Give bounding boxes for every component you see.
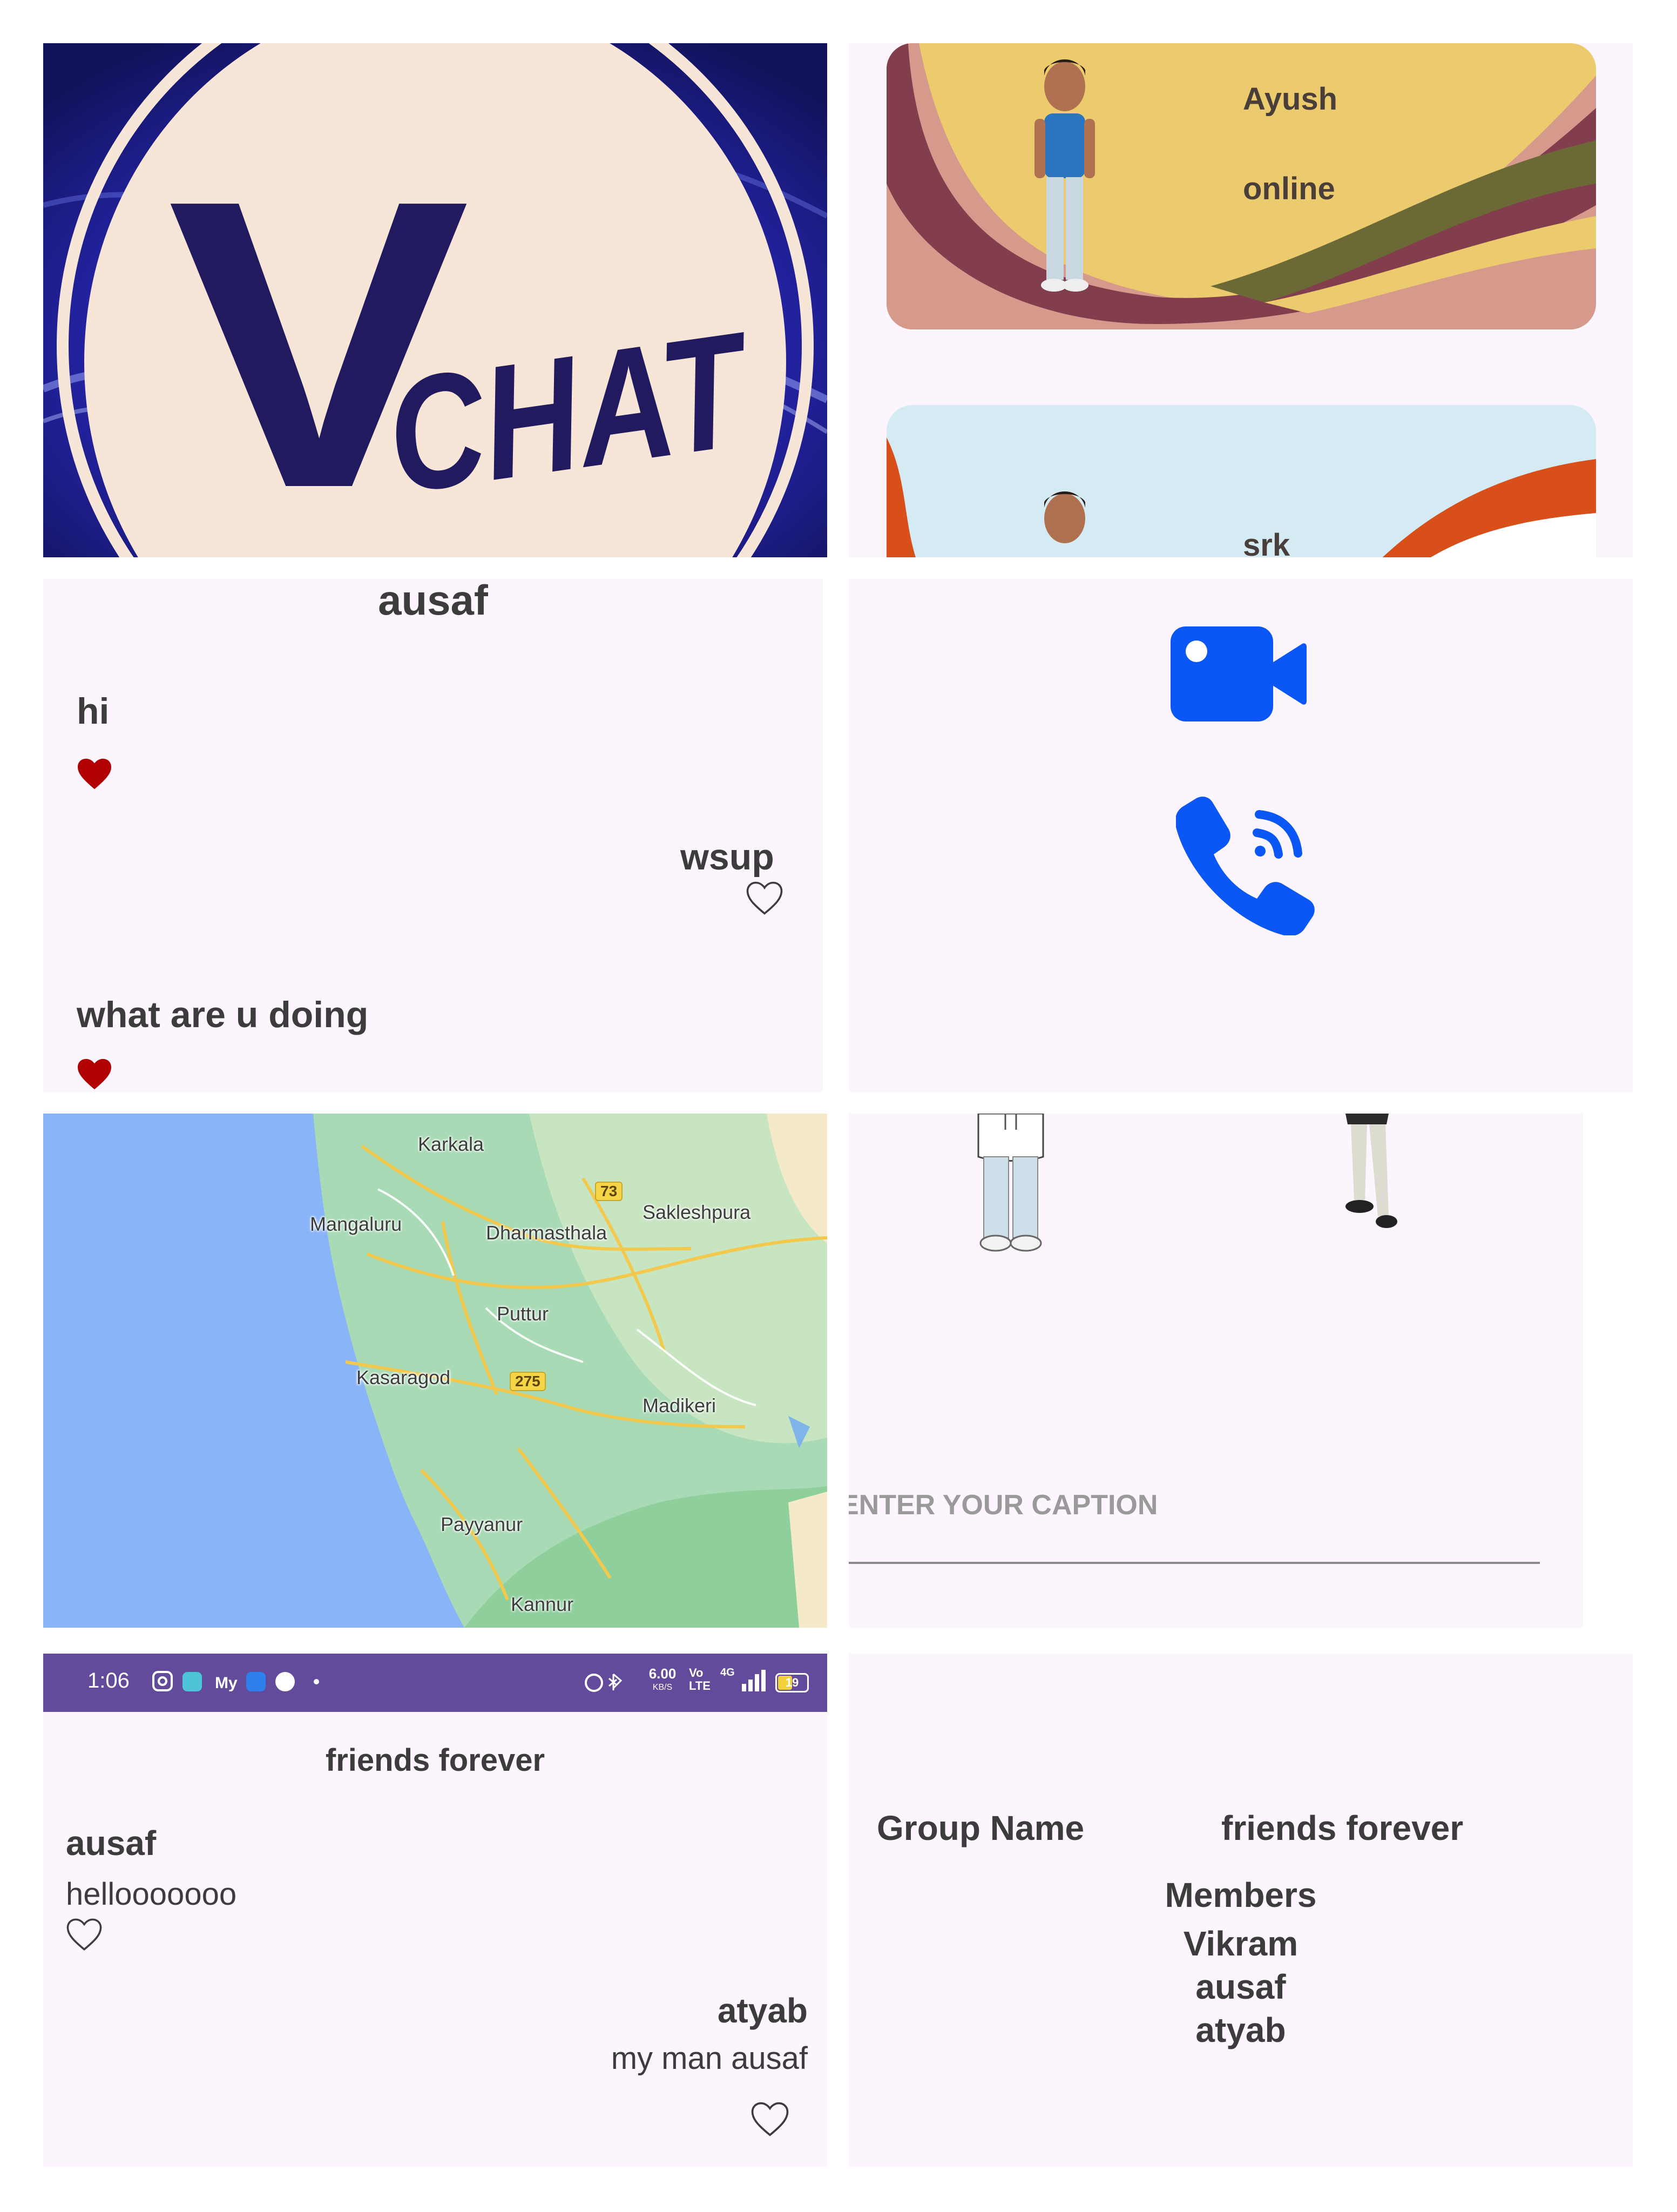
group-name-label: Group Name (877, 1809, 1085, 1847)
caption-screen (849, 1114, 1583, 1628)
contact-name: srk (1243, 528, 1290, 557)
heart-outline-icon[interactable] (749, 2101, 790, 2137)
member-item: Vikram (1183, 1924, 1299, 1963)
contact-name: Ayush (1243, 82, 1338, 117)
signal-icon (742, 1670, 766, 1691)
contact-status: online (1243, 171, 1335, 206)
map-place-label: Payyanur (441, 1513, 523, 1535)
map-place-label: Kasaragod (356, 1366, 451, 1388)
app-logo: V CHAT (43, 43, 827, 557)
battery-icon: 19 (775, 1673, 809, 1692)
status-time: 1:06 (87, 1669, 130, 1692)
call-options (849, 579, 1633, 1092)
message-text: wsup (680, 837, 774, 878)
avatar (977, 1114, 1044, 1252)
caption-input[interactable] (849, 1448, 1540, 1564)
map-place-label: Kannur (511, 1593, 574, 1615)
video-camera-icon[interactable] (1171, 626, 1307, 721)
heart-filled-icon[interactable] (76, 1057, 113, 1091)
contact-card-srk[interactable]: srk (887, 405, 1596, 557)
alarm-bluetooth-icons (585, 1673, 623, 1692)
map-place-label: Puttur (497, 1303, 549, 1325)
volte-icon: Vo LTE (689, 1666, 711, 1692)
group-chat-screen: 1:06 My 6.00 KB/S Vo LTE 4G 19 friends f… (43, 1654, 827, 2167)
map-place-label: Mangaluru (310, 1213, 402, 1235)
chat-title: ausaf (378, 579, 488, 624)
location-map[interactable]: Karkala Mangaluru Sakleshpura Dharmastha… (43, 1114, 827, 1628)
phone-call-icon[interactable] (1176, 795, 1316, 935)
notification-icons: My (152, 1671, 319, 1692)
highway-shield: 275 (510, 1372, 546, 1391)
message-text: what are u doing (77, 994, 369, 1035)
contact-card-ayush[interactable]: Ayush online (887, 43, 1596, 329)
member-item: atyab (1195, 2011, 1286, 2049)
highway-shield: 73 (595, 1182, 623, 1201)
members-label: Members (1165, 1876, 1317, 1914)
message-sender: ausaf (66, 1824, 157, 1863)
chat-screen: ausaf hi wsup what are u doing (43, 579, 823, 1092)
status-bar: 1:06 My 6.00 KB/S Vo LTE 4G 19 (43, 1654, 827, 1712)
heart-outline-icon[interactable] (65, 1917, 104, 1952)
heart-filled-icon[interactable] (76, 757, 113, 791)
avatar (1345, 1114, 1397, 1228)
message-sender: atyab (717, 1991, 808, 2030)
group-chat-title: friends forever (325, 1743, 545, 1778)
network-speed: 6.00 KB/S (648, 1665, 677, 1692)
avatar (1032, 486, 1097, 557)
map-place-label: Dharmasthala (486, 1222, 607, 1244)
network-type: 4G (720, 1667, 735, 1678)
app-logo-panel: V CHAT (43, 43, 827, 557)
map-place-label: Sakleshpura (643, 1201, 751, 1223)
message-text: hellooooooo (66, 1877, 237, 1912)
map-place-label: Madikeri (643, 1394, 716, 1417)
message-text: hi (77, 691, 110, 732)
group-name-value: friends forever (1221, 1809, 1464, 1847)
svg-text:My: My (215, 1674, 238, 1692)
heart-outline-icon[interactable] (745, 880, 784, 916)
avatar (1032, 54, 1097, 300)
map-place-label: Karkala (418, 1133, 484, 1155)
group-info-screen: Group Name friends forever Members Vikra… (849, 1654, 1633, 2167)
contacts-list: Ayush online srk (849, 43, 1633, 557)
battery-level: 19 (785, 1676, 799, 1689)
message-text: my man ausaf (611, 2041, 808, 2076)
member-item: ausaf (1195, 1967, 1286, 2006)
